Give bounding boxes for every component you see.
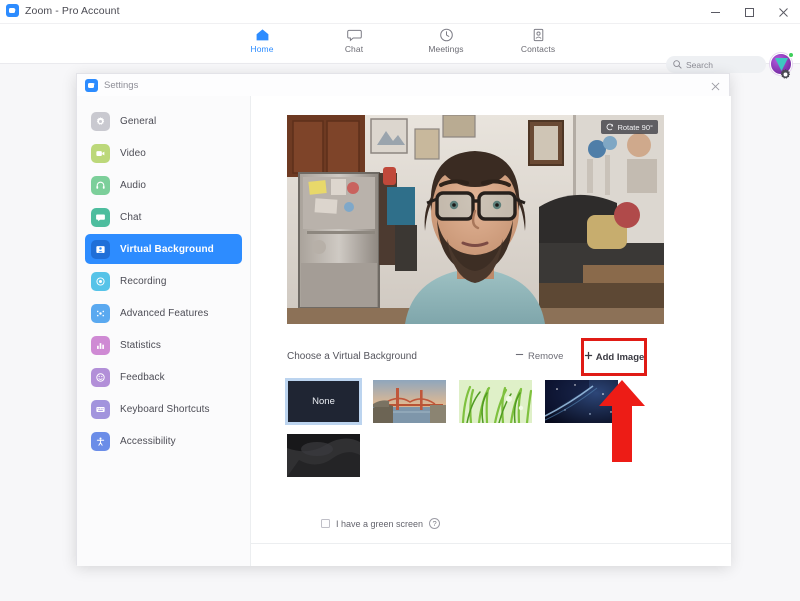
sidebar-item-audio[interactable]: Audio bbox=[85, 170, 242, 200]
search-placeholder: Search bbox=[686, 59, 713, 70]
sidebar-item-feedback-label: Feedback bbox=[120, 371, 165, 383]
add-image-button[interactable]: Add Image bbox=[584, 351, 645, 363]
question-mark-icon[interactable]: ? bbox=[429, 518, 441, 529]
green-screen-checkbox[interactable] bbox=[321, 519, 330, 528]
sidebar-item-general[interactable]: General bbox=[85, 106, 242, 136]
thumbnail-dark[interactable] bbox=[287, 434, 360, 477]
choose-background-label: Choose a Virtual Background bbox=[287, 351, 417, 362]
headset-icon bbox=[91, 175, 110, 195]
close-icon[interactable] bbox=[766, 0, 800, 24]
search-input[interactable]: Search bbox=[666, 56, 766, 73]
main-navigation-bar: Home Chat Meetings Contacts Search bbox=[0, 24, 800, 75]
thumbnail-space-earth[interactable] bbox=[545, 380, 618, 423]
add-image-highlight-box: Add Image bbox=[581, 338, 647, 376]
search-icon bbox=[673, 56, 682, 74]
chat-bubble-icon bbox=[91, 207, 110, 227]
thumbnail-none[interactable]: None bbox=[285, 378, 362, 425]
clock-icon bbox=[439, 27, 454, 43]
nav-tab-contacts-label: Contacts bbox=[520, 44, 556, 54]
sidebar-item-keyboard-shortcuts-label: Keyboard Shortcuts bbox=[120, 403, 210, 415]
close-icon[interactable] bbox=[707, 78, 723, 94]
sidebar-item-accessibility[interactable]: Accessibility bbox=[85, 426, 242, 456]
background-thumbnail-grid: None bbox=[285, 378, 687, 477]
nav-tab-chat[interactable]: Chat bbox=[327, 27, 381, 54]
smiley-icon bbox=[91, 367, 110, 387]
window-controls bbox=[698, 0, 800, 24]
nav-items-group: Home Chat Meetings Contacts bbox=[235, 27, 565, 54]
minimize-icon[interactable] bbox=[698, 0, 732, 24]
sidebar-item-virtual-background-label: Virtual Background bbox=[120, 243, 214, 255]
gear-icon bbox=[91, 111, 110, 131]
sidebar-item-recording[interactable]: Recording bbox=[85, 266, 242, 296]
app-title: Zoom - Pro Account bbox=[25, 4, 120, 17]
sidebar-item-chat-label: Chat bbox=[120, 211, 142, 223]
sidebar-item-advanced-features[interactable]: Advanced Features bbox=[85, 298, 242, 328]
rotate-icon bbox=[606, 118, 614, 136]
home-icon bbox=[255, 27, 270, 43]
settings-gear-icon[interactable] bbox=[779, 68, 792, 86]
window-titlebar: Zoom - Pro Account bbox=[0, 0, 800, 24]
virtual-background-controls: Choose a Virtual Background Remove Add I… bbox=[287, 338, 664, 376]
sidebar-item-video-label: Video bbox=[120, 147, 146, 159]
minus-icon bbox=[515, 350, 524, 362]
remove-button[interactable]: Remove bbox=[515, 350, 563, 362]
sidebar-item-chat[interactable]: Chat bbox=[85, 202, 242, 232]
sidebar-item-statistics-label: Statistics bbox=[120, 339, 162, 351]
rotate-90-button[interactable]: Rotate 90° bbox=[601, 120, 658, 134]
nav-tab-home[interactable]: Home bbox=[235, 27, 289, 54]
settings-divider bbox=[251, 543, 731, 544]
bar-chart-icon bbox=[91, 335, 110, 355]
thumbnail-golden-gate-bridge[interactable] bbox=[373, 380, 446, 423]
maximize-icon[interactable] bbox=[732, 0, 766, 24]
settings-dialog-title: Settings bbox=[104, 79, 139, 91]
plus-icon bbox=[584, 351, 593, 363]
green-screen-option[interactable]: I have a green screen ? bbox=[321, 518, 441, 529]
settings-dialog-header: Settings bbox=[77, 74, 729, 96]
rotate-90-label: Rotate 90° bbox=[617, 122, 653, 132]
remove-button-label: Remove bbox=[528, 350, 564, 362]
contacts-icon bbox=[531, 27, 546, 43]
zoom-camera-icon bbox=[85, 78, 98, 92]
settings-main-panel: Rotate 90° Choose a Virtual Background R… bbox=[251, 96, 731, 566]
sidebar-item-virtual-background[interactable]: Virtual Background bbox=[85, 234, 242, 264]
accessibility-icon bbox=[91, 431, 110, 451]
nav-tab-meetings[interactable]: Meetings bbox=[419, 27, 473, 54]
nav-tab-chat-label: Chat bbox=[344, 44, 364, 54]
sparkle-icon bbox=[91, 303, 110, 323]
add-image-button-label: Add Image bbox=[595, 351, 645, 363]
person-card-icon bbox=[91, 239, 110, 259]
status-badge bbox=[788, 52, 794, 58]
titlebar-left-group: Zoom - Pro Account bbox=[6, 4, 120, 17]
sidebar-item-recording-label: Recording bbox=[120, 275, 167, 287]
settings-sidebar: General Video Audio Chat Virtual Backgro… bbox=[77, 96, 251, 566]
settings-dialog: Settings General Video Audio Chat Virtua… bbox=[76, 73, 731, 566]
nav-tab-contacts[interactable]: Contacts bbox=[511, 27, 565, 54]
nav-tab-home-label: Home bbox=[250, 44, 274, 54]
green-screen-label: I have a green screen bbox=[336, 518, 424, 529]
thumbnail-none-label: None bbox=[312, 396, 335, 407]
sidebar-item-accessibility-label: Accessibility bbox=[120, 435, 176, 447]
sidebar-item-advanced-features-label: Advanced Features bbox=[120, 307, 209, 319]
zoom-camera-icon bbox=[6, 4, 19, 17]
thumbnail-grass[interactable] bbox=[459, 380, 532, 423]
record-dot-icon bbox=[91, 271, 110, 291]
video-camera-icon bbox=[91, 143, 110, 163]
sidebar-item-video[interactable]: Video bbox=[85, 138, 242, 168]
keyboard-icon bbox=[91, 399, 110, 419]
video-preview: Rotate 90° bbox=[287, 115, 664, 324]
sidebar-item-audio-label: Audio bbox=[120, 179, 147, 191]
sidebar-item-general-label: General bbox=[120, 115, 157, 127]
zoom-app-window: Zoom - Pro Account Home Chat Meetings Co… bbox=[0, 0, 800, 601]
sidebar-item-feedback[interactable]: Feedback bbox=[85, 362, 242, 392]
sidebar-item-keyboard-shortcuts[interactable]: Keyboard Shortcuts bbox=[85, 394, 242, 424]
chat-bubble-icon bbox=[346, 27, 362, 43]
nav-tab-meetings-label: Meetings bbox=[428, 44, 464, 54]
sidebar-item-statistics[interactable]: Statistics bbox=[85, 330, 242, 360]
